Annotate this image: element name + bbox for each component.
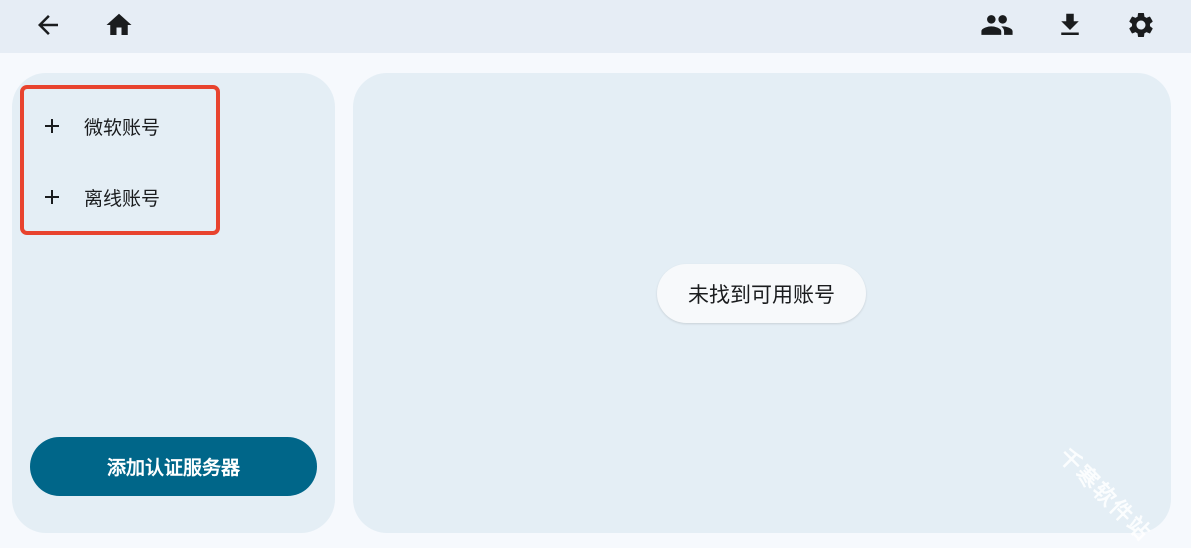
offline-account-label: 离线账号 — [84, 187, 161, 210]
arrow-left-icon — [38, 15, 58, 35]
add-microsoft-account-item[interactable]: 微软账号 — [30, 103, 210, 149]
empty-state-message: 未找到可用账号 — [657, 264, 866, 323]
top-app-bar — [0, 0, 1191, 53]
plus-icon — [40, 114, 64, 138]
settings-button[interactable] — [1121, 5, 1161, 45]
download-button[interactable] — [1050, 5, 1090, 45]
home-icon — [106, 13, 132, 35]
people-icon — [981, 15, 1013, 35]
add-auth-server-button[interactable]: 添加认证服务器 — [30, 437, 317, 496]
add-offline-account-item[interactable]: 离线账号 — [30, 174, 210, 220]
accounts-button[interactable] — [977, 5, 1017, 45]
back-button[interactable] — [28, 5, 68, 45]
home-button[interactable] — [99, 5, 139, 45]
plus-icon — [40, 185, 64, 209]
download-icon — [1061, 13, 1079, 35]
microsoft-account-label: 微软账号 — [84, 116, 161, 139]
gear-icon — [1129, 13, 1153, 37]
